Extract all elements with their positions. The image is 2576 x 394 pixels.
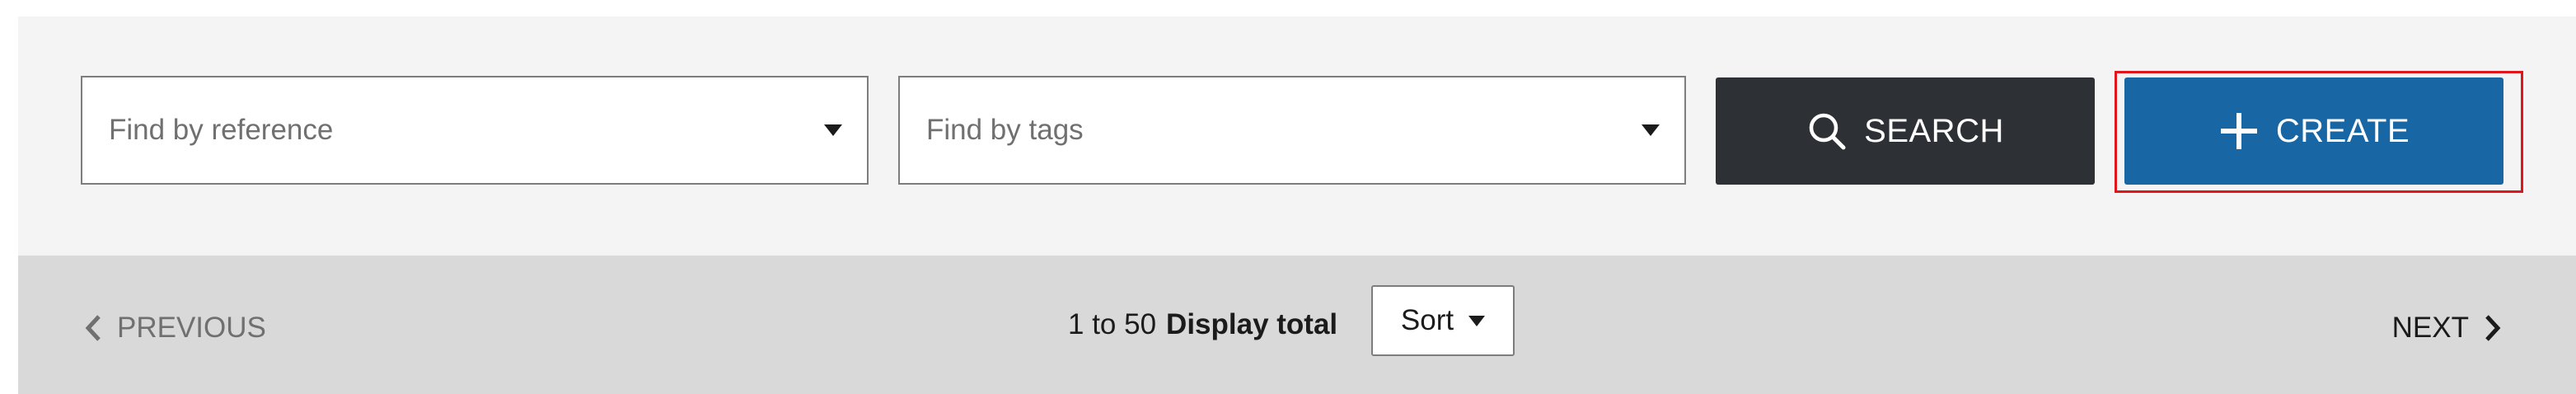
search-button[interactable]: SEARCH (1716, 77, 2095, 185)
tags-dropdown-placeholder: Find by tags (926, 114, 1084, 146)
previous-button[interactable]: PREVIOUS (84, 305, 266, 351)
sort-dropdown[interactable]: Sort (1371, 285, 1515, 356)
display-total-label: Display total (1166, 308, 1338, 340)
chevron-left-icon (84, 314, 102, 342)
search-panel: Find by reference Find by tags SEARCH CR… (18, 16, 2576, 256)
caret-down-icon (824, 124, 842, 136)
page: Find by reference Find by tags SEARCH CR… (0, 0, 2576, 394)
caret-down-icon (1642, 124, 1660, 136)
create-button[interactable]: CREATE (2124, 77, 2503, 185)
result-range-text: 1 to 50 (1068, 308, 1157, 340)
caret-down-icon (1468, 315, 1486, 326)
plus-icon (2218, 110, 2260, 152)
search-button-label: SEARCH (1864, 112, 2004, 149)
search-icon (1806, 110, 1848, 152)
next-button[interactable]: NEXT (2392, 305, 2502, 351)
next-button-label: NEXT (2391, 312, 2469, 344)
reference-dropdown-placeholder: Find by reference (109, 114, 334, 146)
create-button-label: CREATE (2275, 112, 2410, 149)
chevron-right-icon (2484, 314, 2502, 342)
pagination-bar: PREVIOUS 1 to 50 Display total Sort NEXT (18, 256, 2576, 394)
result-range: 1 to 50 Display total (1068, 302, 1337, 348)
tags-dropdown[interactable]: Find by tags (898, 76, 1686, 185)
previous-button-label: PREVIOUS (117, 312, 266, 344)
reference-dropdown[interactable]: Find by reference (81, 76, 869, 185)
sort-dropdown-label: Sort (1400, 304, 1454, 336)
